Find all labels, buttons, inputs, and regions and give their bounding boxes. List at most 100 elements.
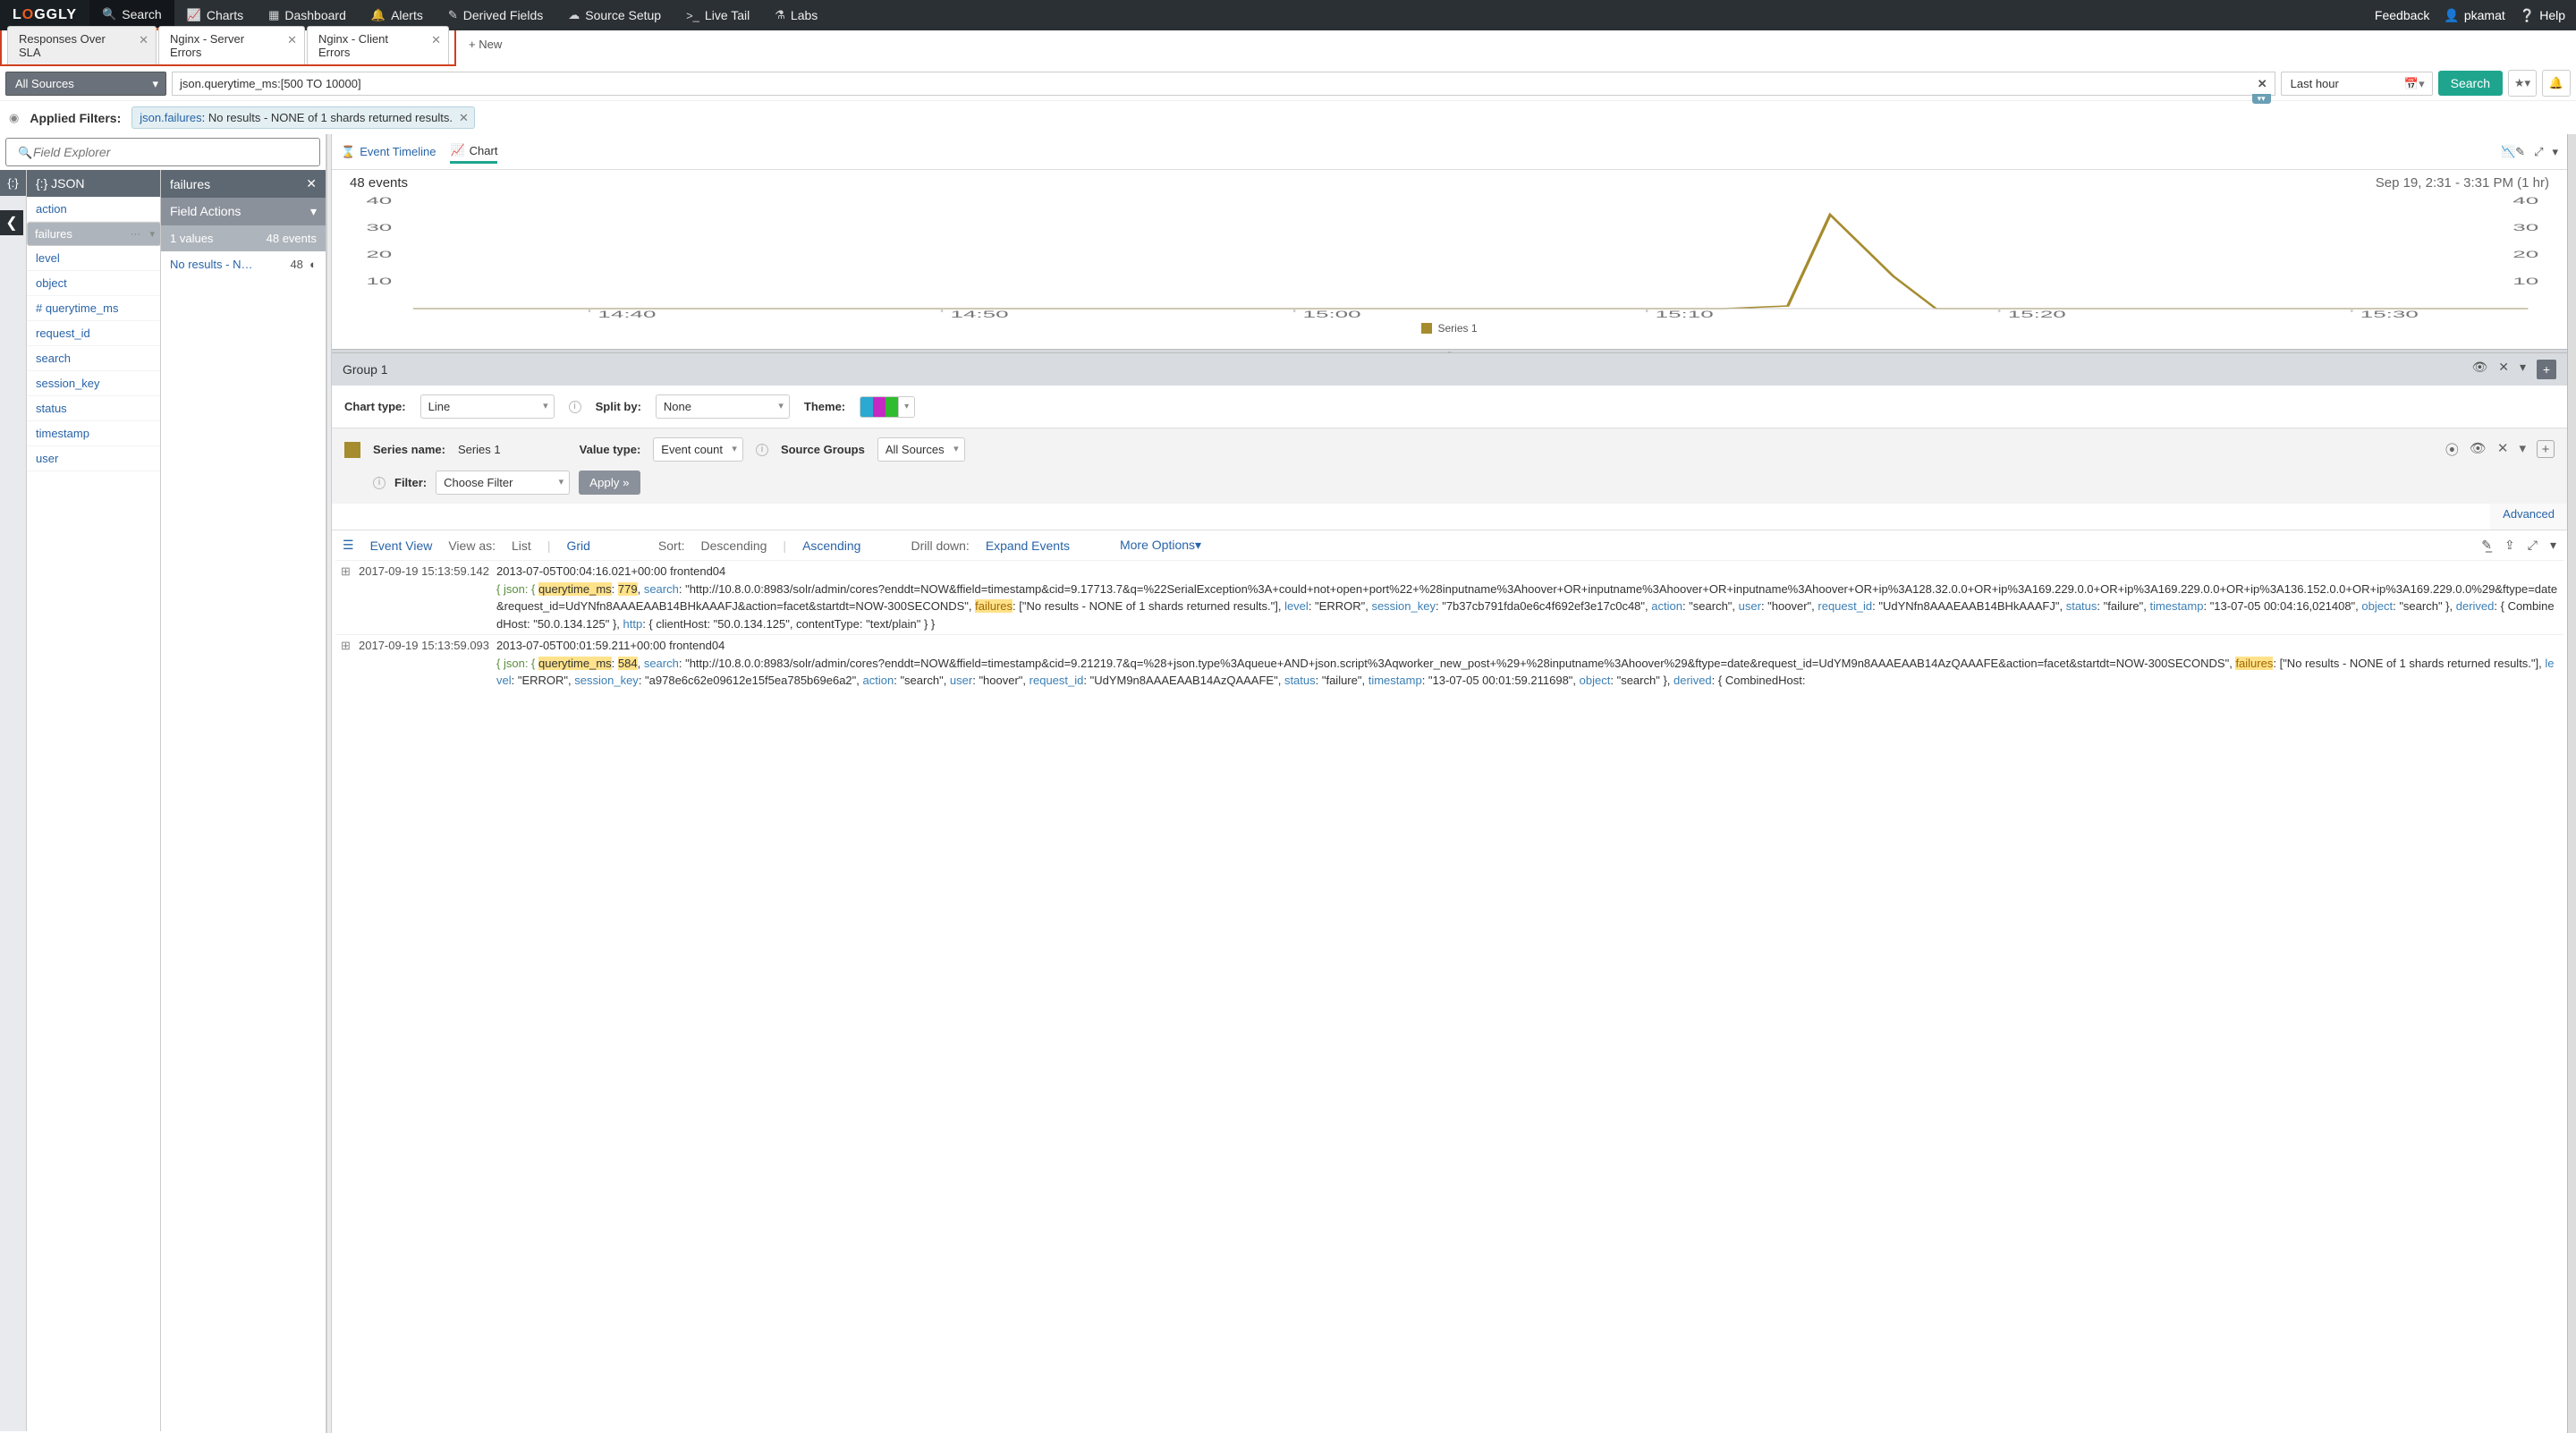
chart-type-select[interactable]: Line — [420, 394, 555, 419]
chart-legend: Series 1 — [350, 320, 2549, 340]
feedback-link[interactable]: Feedback — [2375, 8, 2429, 22]
svg-text:20: 20 — [366, 250, 392, 260]
filter-select[interactable]: Choose Filter — [436, 471, 570, 495]
wand-icon[interactable]: ✎̲ — [2481, 538, 2492, 553]
view-grid[interactable]: Grid — [566, 538, 589, 553]
field-value-row[interactable]: No results - NONE48 ◐ — [161, 251, 326, 277]
group-remove-icon[interactable]: ✕ — [2498, 360, 2509, 379]
info-icon[interactable]: i — [373, 477, 386, 489]
close-tab-icon[interactable]: ✕ — [139, 33, 148, 47]
field-item[interactable]: # querytime_ms — [27, 296, 160, 321]
series-target-icon[interactable]: ⦿ — [2445, 440, 2459, 459]
query-input[interactable]: json.querytime_ms:[500 TO 10000] ✕ ▾▾ — [172, 72, 2275, 96]
series-swatch — [344, 442, 360, 458]
scrollbar[interactable] — [2567, 134, 2576, 1433]
remove-filter-icon[interactable]: ✕ — [459, 111, 469, 125]
close-tab-icon[interactable]: ✕ — [287, 33, 297, 47]
tab-event-timeline[interactable]: ⌛Event Timeline — [341, 141, 436, 163]
field-item[interactable]: timestamp — [27, 421, 160, 446]
search-button[interactable]: Search — [2438, 71, 2503, 96]
nav-derived-fields[interactable]: ✎Derived Fields — [436, 0, 555, 30]
info-icon[interactable]: i — [756, 444, 768, 456]
source-groups-select[interactable]: All Sources — [877, 437, 965, 462]
series-remove-icon[interactable]: ✕ — [2497, 440, 2509, 459]
sort-desc[interactable]: Descending — [700, 538, 767, 553]
expand-query-icon[interactable]: ▾▾ — [2252, 94, 2271, 104]
svg-text:30: 30 — [366, 223, 392, 233]
event-view-link[interactable]: Event View — [370, 538, 433, 553]
field-item[interactable]: level — [27, 246, 160, 271]
svg-text:14:40: 14:40 — [597, 309, 656, 318]
user-menu[interactable]: 👤pkamat — [2444, 8, 2504, 23]
add-series-button[interactable]: + — [2537, 440, 2555, 458]
json-fields-header: {:} JSON — [27, 170, 160, 197]
field-item[interactable]: user — [27, 446, 160, 471]
value-type-select[interactable]: Event count — [653, 437, 743, 462]
expand-events[interactable]: Expand Events — [986, 538, 1070, 553]
expand-event-icon[interactable]: ⊞ — [341, 563, 352, 632]
field-item[interactable]: status — [27, 396, 160, 421]
series-menu-icon[interactable]: ▾ — [2519, 440, 2526, 459]
clear-query-icon[interactable]: ✕ — [2258, 77, 2267, 91]
filter-pill[interactable]: json.failures: No results - NONE of 1 sh… — [131, 106, 475, 129]
eye-icon[interactable]: ◉ — [9, 111, 19, 125]
field-item[interactable]: request_id — [27, 321, 160, 346]
help-icon: ❔ — [2520, 8, 2535, 23]
group-menu-icon[interactable]: ▾ — [2520, 360, 2526, 379]
workspace-tab[interactable]: Nginx - Server Errors✕ — [158, 26, 305, 64]
field-item[interactable]: search — [27, 346, 160, 371]
apply-filter-button[interactable]: Apply » — [579, 471, 640, 495]
field-item[interactable]: action — [27, 197, 160, 222]
time-range-dropdown[interactable]: Last hour 📅▾ — [2281, 72, 2433, 96]
nav-live-tail[interactable]: >_Live Tail — [674, 0, 762, 30]
chart-area[interactable]: 1010202030304040 14:4014:5015:0015:1015:… — [332, 192, 2567, 349]
values-summary: 1 values 48 events — [161, 225, 326, 251]
hourglass-icon: ⌛ — [341, 145, 355, 159]
close-field-icon[interactable]: ✕ — [306, 176, 317, 191]
close-tab-icon[interactable]: ✕ — [431, 33, 441, 47]
split-by-select[interactable]: None — [656, 394, 790, 419]
view-list[interactable]: List — [512, 538, 531, 553]
events-toolbar: ☰ Event View View as: List | Grid Sort: … — [332, 530, 2567, 560]
theme-select[interactable]: ▾ — [860, 396, 915, 418]
svg-text:20: 20 — [2512, 250, 2538, 260]
json-type-chip[interactable]: {:} — [0, 170, 26, 196]
add-group-button[interactable]: + — [2537, 360, 2556, 379]
svg-text:14:50: 14:50 — [950, 309, 1008, 318]
workspace-tab[interactable]: Nginx - Client Errors✕ — [307, 26, 449, 64]
more-options[interactable]: More Options▾ — [1120, 538, 1201, 553]
field-actions-dropdown[interactable]: Field Actions▾ — [161, 198, 326, 225]
field-item[interactable]: failures⋯ — [27, 222, 161, 246]
expand-event-icon[interactable]: ⊞ — [341, 637, 352, 690]
export-icon[interactable]: ⇪ — [2504, 538, 2515, 553]
expand-events-icon[interactable]: ⤢ — [2528, 538, 2538, 553]
collapse-sidebar-icon[interactable]: ❮ — [0, 210, 23, 235]
alert-button[interactable]: 🔔 — [2542, 70, 2571, 97]
group-visibility-icon[interactable]: 👁 — [2471, 360, 2487, 379]
event-row[interactable]: ⊞2017-09-19 15:13:59.0932013-07-05T00:01… — [335, 634, 2563, 691]
tab-chart[interactable]: 📈Chart — [450, 140, 497, 164]
sort-asc[interactable]: Ascending — [802, 538, 860, 553]
expand-chart-icon[interactable]: ⤢ — [2534, 145, 2543, 159]
events-menu-icon[interactable]: ▾ — [2550, 538, 2556, 553]
field-item[interactable]: object — [27, 271, 160, 296]
field-item[interactable]: session_key — [27, 371, 160, 396]
favorite-button[interactable]: ★▾ — [2508, 70, 2537, 97]
new-tab-button[interactable]: + New — [460, 32, 511, 56]
event-row[interactable]: ⊞2017-09-19 15:13:59.1422013-07-05T00:04… — [335, 560, 2563, 634]
advanced-link[interactable]: Advanced — [2490, 504, 2567, 530]
events-list[interactable]: ⊞2017-09-19 15:13:59.1422013-07-05T00:04… — [332, 560, 2567, 1433]
nav-labs[interactable]: ⚗Labs — [762, 0, 830, 30]
nav-source-setup[interactable]: ☁Source Setup — [555, 0, 674, 30]
field-explorer-search[interactable] — [5, 138, 320, 166]
edit-chart-icon[interactable]: 📉✎ — [2501, 145, 2525, 159]
help-link[interactable]: ❔Help — [2520, 8, 2565, 23]
svg-text:40: 40 — [2512, 196, 2538, 207]
list-icon: ☰ — [343, 538, 354, 553]
series-visibility-icon[interactable]: 👁 — [2470, 440, 2487, 459]
sources-dropdown[interactable]: All Sources — [5, 72, 166, 96]
search-row: All Sources json.querytime_ms:[500 TO 10… — [0, 66, 2576, 100]
workspace-tab[interactable]: Responses Over SLA✕ — [7, 26, 157, 64]
chart-menu-icon[interactable]: ▾ — [2552, 145, 2558, 159]
info-icon[interactable]: i — [569, 401, 581, 413]
